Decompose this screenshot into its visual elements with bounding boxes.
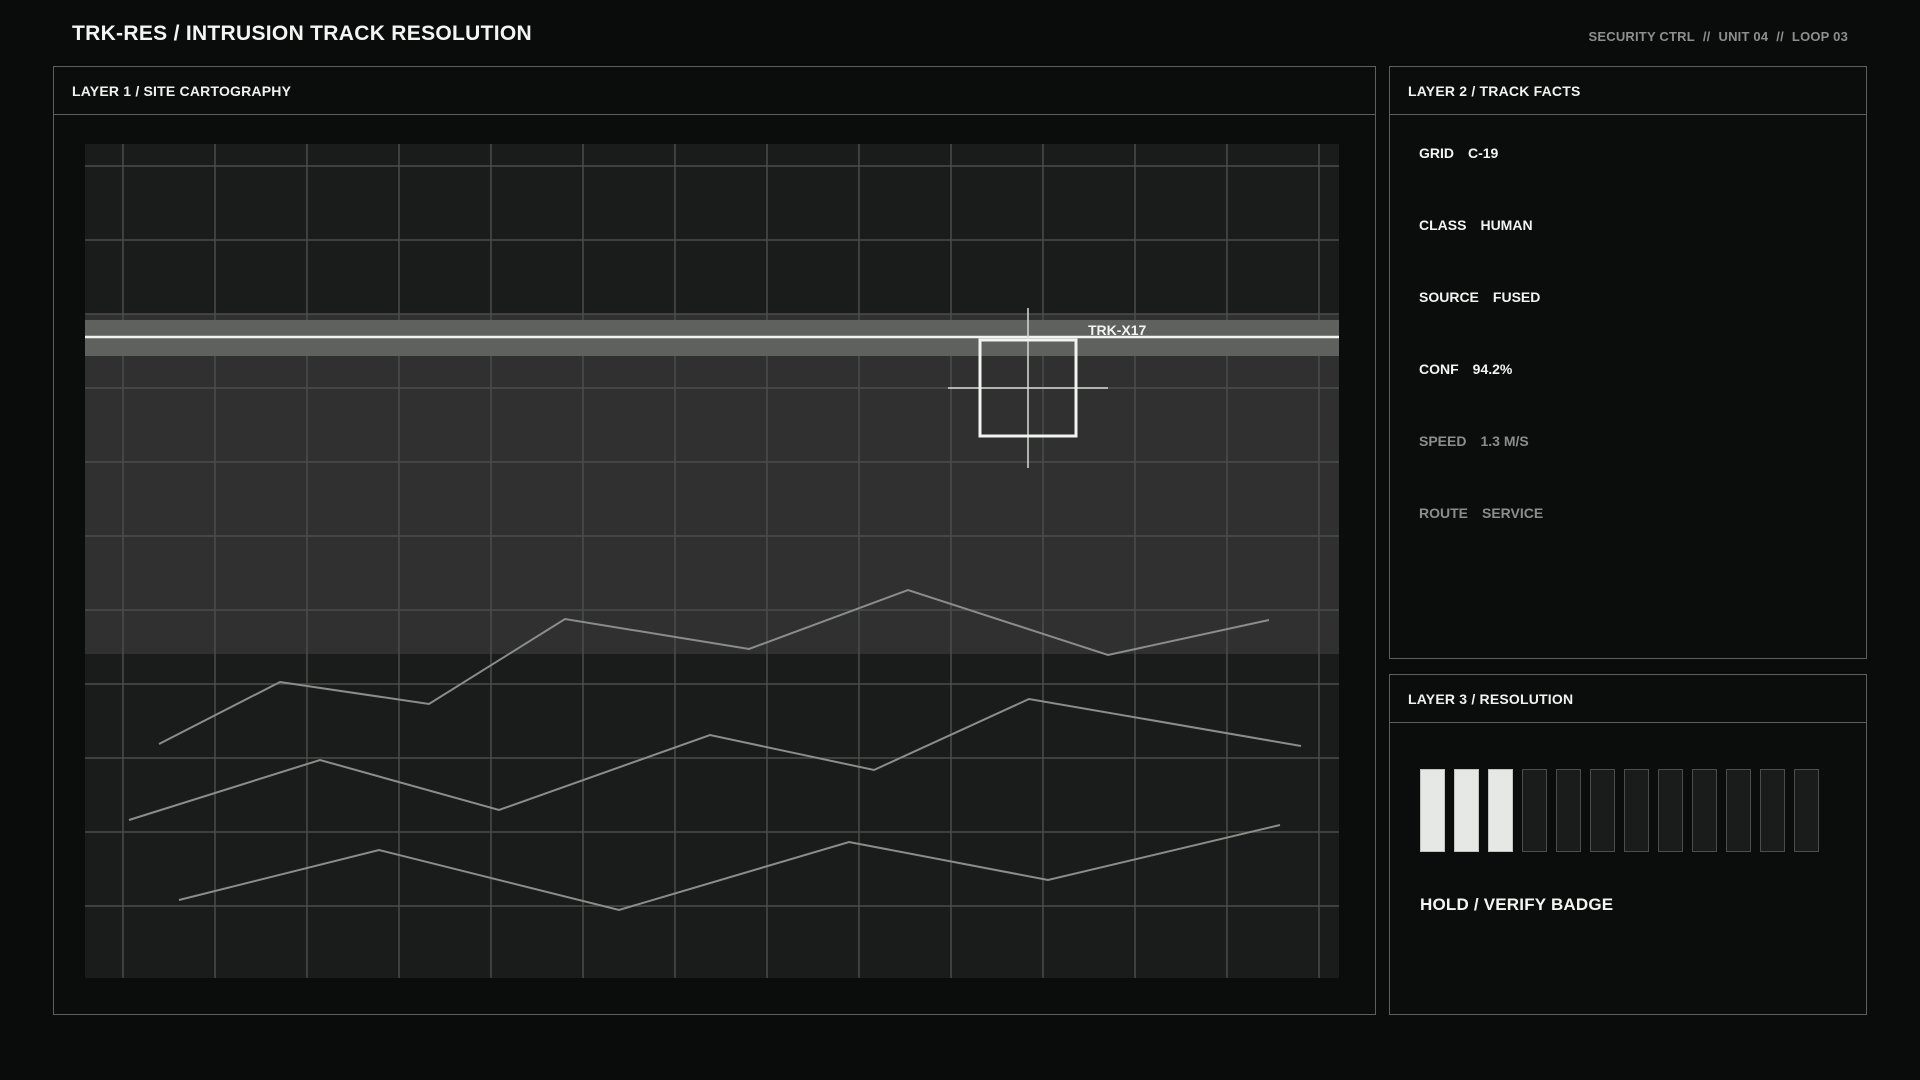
status-separator: // xyxy=(1776,29,1784,44)
meter-segment-empty xyxy=(1624,769,1649,852)
status-unit: UNIT 04 xyxy=(1718,29,1769,44)
fact-key: ROUTE xyxy=(1419,505,1468,521)
status-security: SECURITY CTRL xyxy=(1588,29,1695,44)
meter-segment-filled xyxy=(1420,769,1445,852)
meter-segment-filled xyxy=(1454,769,1479,852)
fact-key: CONF xyxy=(1419,361,1459,377)
resolution-header: LAYER 3 / RESOLUTION xyxy=(1390,675,1866,723)
fact-value: C-19 xyxy=(1468,145,1499,161)
fact-key: GRID xyxy=(1419,145,1454,161)
fact-key: CLASS xyxy=(1419,217,1467,233)
track-facts-header: LAYER 2 / TRACK FACTS xyxy=(1390,67,1866,115)
fact-row-route: ROUTE SERVICE xyxy=(1419,505,1543,577)
meter-segment-empty xyxy=(1556,769,1581,852)
status-separator: // xyxy=(1702,29,1711,44)
resolution-panel: LAYER 3 / RESOLUTION HOLD / VERIFY BADGE xyxy=(1389,674,1867,1015)
fact-row-confidence: CONF 94.2% xyxy=(1419,361,1543,433)
fact-row-grid: GRID C-19 xyxy=(1419,145,1543,217)
facts-list: GRID C-19 CLASS HUMAN SOURCE FUSED CONF … xyxy=(1419,145,1543,577)
fact-row-class: CLASS HUMAN xyxy=(1419,217,1543,289)
fact-key: SOURCE xyxy=(1419,289,1479,305)
fact-value: 1.3 M/S xyxy=(1480,433,1529,449)
status-line: SECURITY CTRL // UNIT 04 // LOOP 03 xyxy=(1588,29,1848,44)
meter-segment-empty xyxy=(1658,769,1683,852)
meter-segment-empty xyxy=(1794,769,1819,852)
meter-segment-empty xyxy=(1726,769,1751,852)
fact-value: HUMAN xyxy=(1480,217,1533,233)
zone-band xyxy=(85,314,1339,654)
fact-row-speed: SPEED 1.3 M/S xyxy=(1419,433,1543,505)
track-facts-panel: LAYER 2 / TRACK FACTS GRID C-19 CLASS HU… xyxy=(1389,66,1867,659)
resolution-progress-meter xyxy=(1420,769,1819,852)
site-map-svg: TRK-X17 xyxy=(85,144,1339,978)
fact-key: SPEED xyxy=(1419,433,1467,449)
page-title: TRK-RES / INTRUSION TRACK RESOLUTION xyxy=(72,22,532,45)
track-label: TRK-X17 xyxy=(1088,322,1147,338)
fact-value: SERVICE xyxy=(1482,505,1544,521)
meter-segment-empty xyxy=(1522,769,1547,852)
meter-segment-empty xyxy=(1760,769,1785,852)
fact-value: FUSED xyxy=(1492,289,1541,305)
status-loop: LOOP 03 xyxy=(1791,29,1848,44)
fact-row-source: SOURCE FUSED xyxy=(1419,289,1543,361)
site-cartography-panel: LAYER 1 / SITE CARTOGRAPHY TRK-X17 xyxy=(53,66,1376,1015)
meter-segment-filled xyxy=(1488,769,1513,852)
meter-segment-empty xyxy=(1590,769,1615,852)
resolution-status: HOLD / VERIFY BADGE xyxy=(1420,895,1614,914)
site-map[interactable]: TRK-X17 xyxy=(85,144,1339,978)
fact-value: 94.2% xyxy=(1472,361,1513,377)
site-cartography-header: LAYER 1 / SITE CARTOGRAPHY xyxy=(54,67,1375,115)
meter-segment-empty xyxy=(1692,769,1717,852)
